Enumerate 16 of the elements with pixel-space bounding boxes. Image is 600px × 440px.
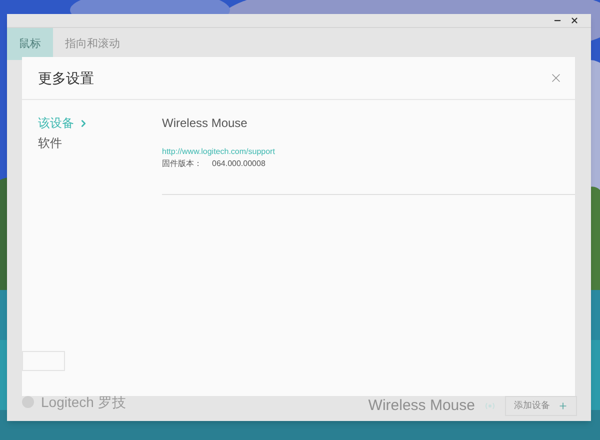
tab[interactable]: 指向和滚动 [53, 28, 132, 60]
dialog-title: 更多设置 [38, 68, 94, 88]
brand-name: Logitech 罗技 [41, 395, 126, 409]
firmware-label: 固件版本： [162, 158, 202, 170]
device-name: Wireless Mouse [368, 396, 475, 416]
support-link[interactable]: http://www.logitech.com/support [162, 146, 575, 158]
logo-icon [21, 395, 37, 409]
nav-item[interactable]: 该设备 [38, 114, 162, 132]
close-icon[interactable] [570, 16, 579, 25]
firmware-version: 064.000.00008 [212, 158, 266, 170]
wireless-icon [483, 400, 497, 411]
device-title: Wireless Mouse [162, 115, 248, 132]
nav-item[interactable]: 软件 [38, 134, 162, 152]
plus-icon [558, 400, 568, 411]
add-device-button[interactable]: 添加设备 [505, 396, 577, 416]
tab[interactable]: 鼠标 [7, 28, 53, 60]
